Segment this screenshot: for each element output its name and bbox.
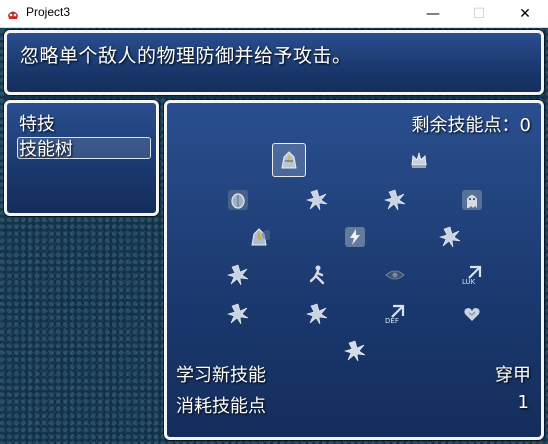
skill-points-value: 0 [519,115,531,136]
burst-icon[interactable] [305,302,329,326]
help-text: 忽略单个敌人的物理防御并给予攻击。 [20,45,352,67]
help-window: 忽略单个敌人的物理防御并给予攻击。 [4,30,544,95]
crown-icon[interactable] [407,148,431,172]
eye-icon[interactable] [383,263,407,287]
skill-tree-window: 剩余技能点：0 LUK DEF 学习新技能 穿甲 消耗技能点 1 [164,100,544,440]
luk-label: LUK [462,278,476,286]
skill-points-label: 剩余技能点： [411,115,520,136]
learn-new-skill-value: 穿甲 [495,365,531,386]
category-item-skills[interactable]: 特技 [19,110,55,136]
shield-icon[interactable] [226,188,250,212]
app-icon [6,6,20,20]
armor-pierce-icon[interactable] [247,225,271,249]
close-button[interactable]: ✕ [502,0,548,27]
burst-icon[interactable] [343,339,367,363]
category-item-skill-tree[interactable]: 技能树 [19,135,73,161]
maximize-button[interactable]: ☐ [456,0,502,27]
burst-icon[interactable] [438,225,462,249]
cost-skill-points-value: 1 [517,392,529,413]
burst-icon[interactable] [305,188,329,212]
burst-icon[interactable] [383,188,407,212]
game-screen: 忽略单个敌人的物理防御并给予攻击。 特技 技能树 剩余技能点：0 LUK DEF… [0,28,548,444]
heart-icon[interactable] [460,302,484,326]
category-window: 特技 技能树 [4,100,159,216]
cost-skill-points-label: 消耗技能点 [176,396,266,417]
armor-pierce-icon[interactable] [277,148,301,172]
lightning-icon[interactable] [343,225,367,249]
def-up-icon[interactable]: DEF [383,302,407,326]
burst-icon[interactable] [226,302,250,326]
minimize-button[interactable]: — [410,0,456,27]
maximize-icon: ☐ [472,5,486,22]
window-title: Project3 [26,5,71,19]
learn-new-skill-label: 学习新技能 [176,365,266,386]
title-bar: Project3 — ☐ ✕ [0,0,548,28]
ghost-icon[interactable] [460,188,484,212]
burst-icon[interactable] [226,263,250,287]
minimize-icon: — [426,5,440,22]
close-icon: ✕ [519,5,531,22]
skill-points-remaining: 剩余技能点：0 [412,111,531,137]
luk-up-icon[interactable]: LUK [460,263,484,287]
runner-icon[interactable] [305,263,329,287]
def-label: DEF [385,317,399,325]
